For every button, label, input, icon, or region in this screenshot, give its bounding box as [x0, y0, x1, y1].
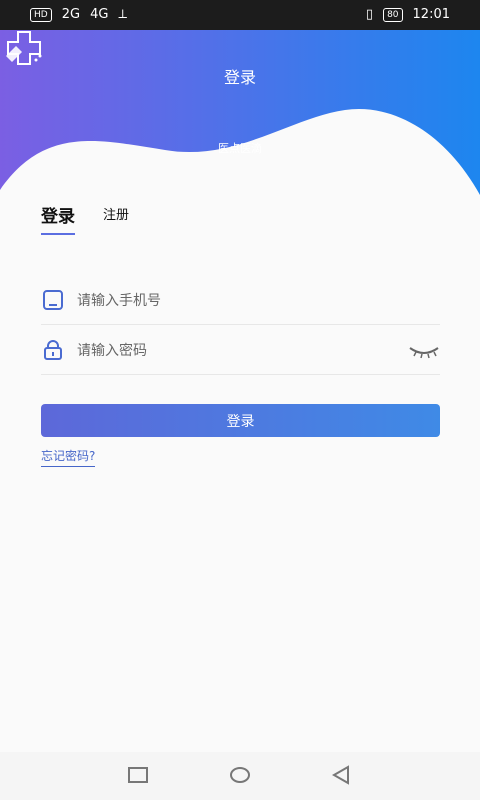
lock-icon — [44, 340, 62, 360]
header: 登录 医点医滴 — [0, 30, 480, 200]
tab-login[interactable]: 登录 — [41, 202, 75, 235]
battery-indicator: 80 — [383, 7, 403, 22]
phone-icon — [43, 290, 63, 310]
system-nav-bar — [0, 752, 480, 800]
header-wave — [0, 30, 480, 195]
forgot-password-link[interactable]: 忘记密码? — [41, 447, 96, 467]
square-icon[interactable] — [125, 762, 151, 788]
auth-tabs: 登录 注册 — [41, 202, 129, 235]
status-bar: HD 2G 4G ⟂ ▯ 80 12:01 — [0, 0, 480, 30]
phone-placeholder: 请输入手机号 — [77, 293, 161, 309]
eye-closed-icon[interactable] — [408, 338, 440, 362]
signal-4g: 4G — [90, 7, 109, 22]
login-button[interactable]: 登录 — [41, 404, 440, 437]
tab-register[interactable]: 注册 — [103, 204, 129, 223]
app-name: 医点医滴 — [218, 142, 262, 155]
signal-2g: 2G — [61, 7, 81, 22]
triangle-back-icon[interactable] — [328, 762, 354, 788]
status-right: ▯ 80 12:01 — [366, 7, 450, 22]
password-placeholder: 请输入密码 — [77, 343, 147, 359]
doctor-logo — [6, 31, 42, 65]
hd-indicator: HD — [30, 7, 52, 22]
circle-icon[interactable] — [227, 762, 253, 788]
password-field[interactable]: 请输入密码 — [41, 326, 440, 375]
status-left: HD 2G 4G ⟂ — [30, 7, 127, 22]
page-title: 登录 — [223, 68, 256, 87]
phone-field[interactable]: 请输入手机号 — [41, 276, 440, 325]
time: 12:01 — [412, 7, 450, 22]
wifi-icon: ⟂ — [118, 7, 128, 22]
vibrate-icon: ▯ — [365, 7, 374, 22]
